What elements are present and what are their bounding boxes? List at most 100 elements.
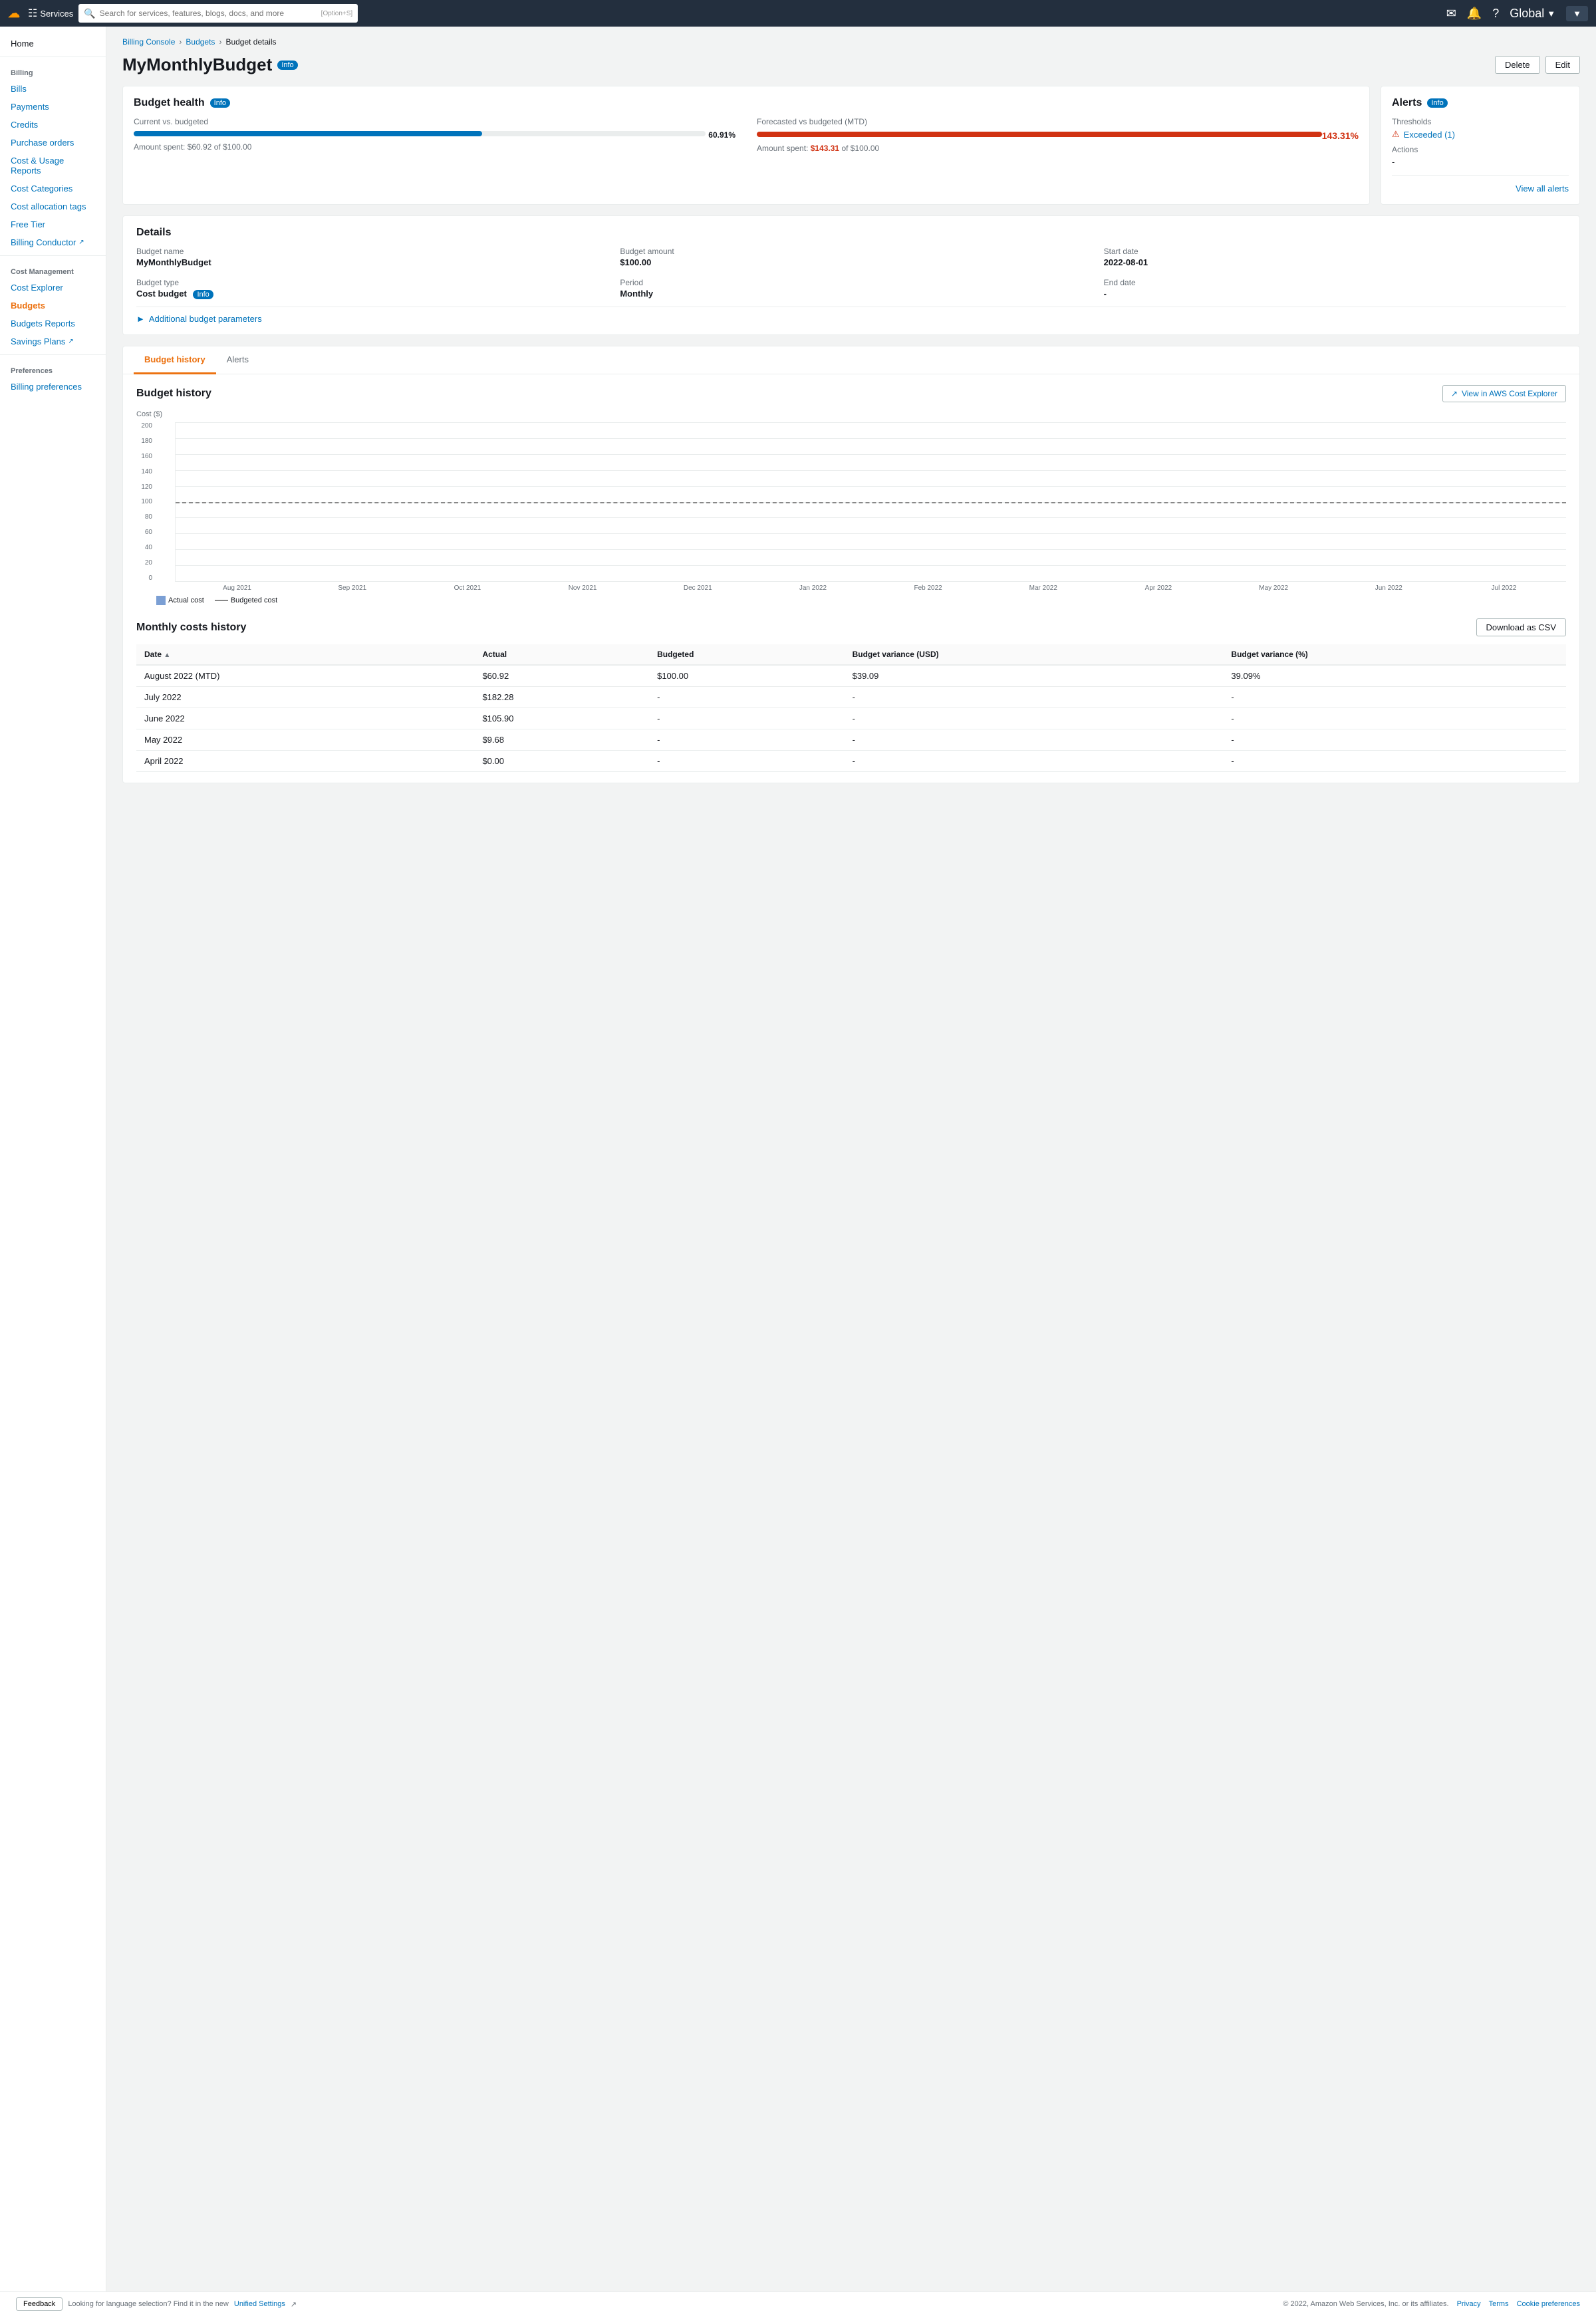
sidebar-item-free-tier[interactable]: Free Tier <box>0 215 106 233</box>
sidebar-item-payments[interactable]: Payments <box>0 98 106 116</box>
edit-button[interactable]: Edit <box>1545 56 1580 74</box>
budget-amount-value: $100.00 <box>620 257 1082 267</box>
sidebar-item-billing-preferences[interactable]: Billing preferences <box>0 378 106 396</box>
period-field: Period Monthly <box>620 278 1082 299</box>
forecasted-progress-row: 143.31% <box>757 130 1359 141</box>
cell-variance_pct-1: - <box>1223 687 1566 708</box>
sidebar-item-savings-plans[interactable]: Savings Plans ↗ <box>0 332 106 350</box>
alerts-card: Alerts Info Thresholds ⚠ Exceeded (1) Ac… <box>1381 86 1580 205</box>
external-icon: ↗ <box>1451 389 1458 398</box>
x-label-2: Oct 2021 <box>412 582 523 592</box>
footer: Feedback Looking for language selection?… <box>0 2291 1596 2316</box>
sidebar-item-credits[interactable]: Credits <box>0 116 106 134</box>
period-label: Period <box>620 278 1082 287</box>
col-date[interactable]: Date ▲ <box>136 644 474 665</box>
download-csv-button[interactable]: Download as CSV <box>1476 618 1567 636</box>
chart-x-labels: Aug 2021Sep 2021Oct 2021Nov 2021Dec 2021… <box>175 582 1566 592</box>
monthly-costs-header: Monthly costs history Download as CSV <box>136 618 1566 636</box>
col-budgeted[interactable]: Budgeted <box>649 644 845 665</box>
table-header: Date ▲ Actual Budgeted Budget variance (… <box>136 644 1566 665</box>
terms-link[interactable]: Terms <box>1489 2300 1509 2308</box>
sidebar-item-bills[interactable]: Bills <box>0 80 106 98</box>
x-label-11: Jul 2022 <box>1448 582 1559 592</box>
delete-button[interactable]: Delete <box>1495 56 1540 74</box>
privacy-link[interactable]: Privacy <box>1457 2300 1481 2308</box>
exceeded-threshold: ⚠ Exceeded (1) <box>1392 129 1569 140</box>
col-variance-usd[interactable]: Budget variance (USD) <box>845 644 1224 665</box>
x-label-4: Dec 2021 <box>642 582 753 592</box>
sidebar-item-home[interactable]: Home <box>0 35 106 53</box>
x-label-0: Aug 2021 <box>182 582 293 592</box>
cell-actual-4: $0.00 <box>474 751 649 772</box>
copyright: © 2022, Amazon Web Services, Inc. or its… <box>1283 2300 1448 2308</box>
sidebar-item-billing-conductor[interactable]: Billing Conductor ↗ <box>0 233 106 251</box>
breadcrumb-billing-console[interactable]: Billing Console <box>122 37 175 47</box>
view-all-alerts-link[interactable]: View all alerts <box>1392 175 1569 193</box>
actions-label: Actions <box>1392 145 1569 154</box>
breadcrumb-sep2: › <box>219 37 221 47</box>
legend-actual-box <box>156 596 166 605</box>
account-button[interactable]: ▼ <box>1566 6 1588 21</box>
page-info-badge[interactable]: Info <box>277 61 297 70</box>
unified-settings-link[interactable]: Unified Settings <box>234 2300 285 2308</box>
warning-icon: ⚠ <box>1392 129 1400 140</box>
cell-variance_pct-4: - <box>1223 751 1566 772</box>
table-row-2: June 2022$105.90--- <box>136 708 1566 729</box>
current-amount: Amount spent: $60.92 of $100.00 <box>134 142 735 152</box>
services-button[interactable]: ☷ Services <box>28 7 73 20</box>
external-settings-icon: ↗ <box>291 2300 297 2309</box>
tab-alerts[interactable]: Alerts <box>216 346 259 374</box>
cell-budgeted-4: - <box>649 751 845 772</box>
col-actual[interactable]: Actual <box>474 644 649 665</box>
sidebar-item-budgets-reports[interactable]: Budgets Reports <box>0 315 106 332</box>
search-icon: 🔍 <box>84 8 95 19</box>
y-80: 80 <box>145 513 152 521</box>
cell-actual-1: $182.28 <box>474 687 649 708</box>
sidebar-item-cost-usage-reports[interactable]: Cost & Usage Reports <box>0 152 106 180</box>
details-card: Details Budget name MyMonthlyBudget Budg… <box>122 215 1580 335</box>
end-date-field: End date - <box>1104 278 1566 299</box>
chart-area: Cost ($) 200 180 160 140 120 100 80 60 4… <box>136 410 1566 605</box>
x-label-5: Jan 2022 <box>757 582 868 592</box>
search-input[interactable] <box>100 9 317 18</box>
y-140: 140 <box>141 468 152 475</box>
sidebar-item-cost-categories[interactable]: Cost Categories <box>0 180 106 197</box>
x-label-9: May 2022 <box>1218 582 1329 592</box>
view-cost-explorer-button[interactable]: ↗ View in AWS Cost Explorer <box>1442 385 1566 402</box>
sidebar-item-purchase-orders[interactable]: Purchase orders <box>0 134 106 152</box>
exceeded-badge[interactable]: Exceeded (1) <box>1404 130 1455 140</box>
top-nav-icons: ✉ 🔔 ? Global ▼ ▼ <box>1446 6 1588 21</box>
feedback-button[interactable]: Feedback <box>16 2297 63 2311</box>
help-icon[interactable]: ? <box>1492 7 1499 21</box>
y-120: 120 <box>141 483 152 491</box>
sidebar-item-cost-allocation-tags[interactable]: Cost allocation tags <box>0 197 106 215</box>
cell-variance_pct-3: - <box>1223 729 1566 751</box>
savings-external-icon: ↗ <box>68 338 73 345</box>
search-hint: [Option+S] <box>321 10 353 17</box>
current-label: Current vs. budgeted <box>134 117 735 126</box>
breadcrumb-budgets[interactable]: Budgets <box>186 37 215 47</box>
notifications-icon[interactable]: ✉ <box>1446 7 1456 21</box>
health-alerts-row: Budget health Info Current vs. budgeted … <box>122 86 1580 205</box>
col-variance-pct[interactable]: Budget variance (%) <box>1223 644 1566 665</box>
tabs-row: Budget history Alerts <box>122 346 1580 374</box>
page-title: MyMonthlyBudget Info <box>122 55 298 75</box>
y-60: 60 <box>145 529 152 536</box>
cookie-link[interactable]: Cookie preferences <box>1517 2300 1580 2308</box>
current-pct: 60.91% <box>708 130 735 140</box>
end-date-label: End date <box>1104 278 1566 287</box>
alerts-info-badge[interactable]: Info <box>1427 98 1447 108</box>
bell-icon[interactable]: 🔔 <box>1467 7 1482 21</box>
additional-params-toggle[interactable]: ► Additional budget parameters <box>136 307 1566 324</box>
table-row-3: May 2022$9.68--- <box>136 729 1566 751</box>
breadcrumb: Billing Console › Budgets › Budget detai… <box>122 37 1580 47</box>
sidebar-item-budgets[interactable]: Budgets <box>0 297 106 315</box>
health-info-badge[interactable]: Info <box>210 98 230 108</box>
tab-budget-history[interactable]: Budget history <box>134 346 216 374</box>
budget-type-info[interactable]: Info <box>193 290 213 299</box>
forecasted-amount: Amount spent: $143.31 of $100.00 <box>757 144 1359 153</box>
chart-wrapper: 200 180 160 140 120 100 80 60 40 20 0 <box>136 422 1566 592</box>
sidebar-item-cost-explorer[interactable]: Cost Explorer <box>0 279 106 297</box>
region-button[interactable]: Global ▼ <box>1510 7 1555 21</box>
y-20: 20 <box>145 559 152 567</box>
